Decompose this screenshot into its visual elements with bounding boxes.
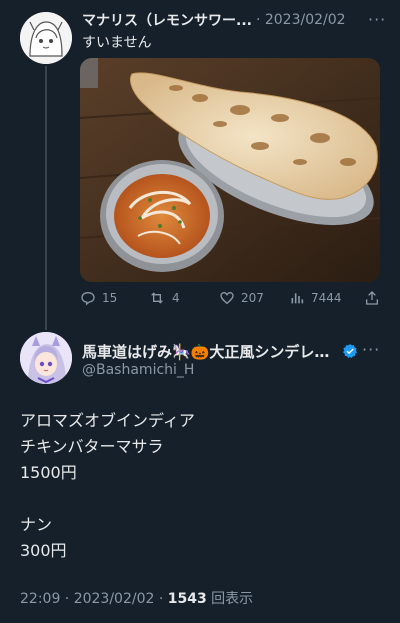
thread-line	[45, 66, 47, 330]
tweet-body: アロマズオブインディア チキンバターマサラ 1500円 ナン 300円	[20, 408, 380, 564]
tweet-line: チキンバターマサラ	[20, 437, 164, 456]
tweet-line: アロマズオブインディア	[20, 411, 195, 430]
like-button[interactable]: 207	[219, 290, 264, 306]
views-button[interactable]: 7444	[289, 290, 342, 306]
reply-display-name[interactable]: マナリス（レモンサワー...	[82, 10, 252, 30]
like-icon	[220, 291, 234, 305]
tweet-photo[interactable]	[80, 58, 380, 282]
author-header: 馬車道はげみ🎠🎃大正風シンデレラ...	[82, 340, 372, 362]
reply-icon	[81, 291, 95, 306]
views-icon	[291, 293, 304, 304]
author-avatar[interactable]	[20, 332, 72, 384]
share-button[interactable]	[364, 290, 386, 306]
share-icon	[366, 291, 378, 305]
reply-count: 15	[102, 291, 118, 305]
author-handle[interactable]: @Bashamichi_H	[82, 362, 194, 378]
retweet-icon	[151, 292, 163, 304]
tweet-line: ナン	[20, 515, 53, 534]
reply-button[interactable]: 15	[80, 290, 117, 306]
tweet-line: 300円	[20, 541, 67, 560]
more-icon[interactable]: ···	[362, 340, 380, 359]
reply-avatar[interactable]	[20, 12, 72, 64]
retweet-button[interactable]: 4	[148, 290, 180, 306]
more-icon[interactable]: ···	[368, 10, 386, 29]
reply-action-bar: 15 4 207 7444	[80, 290, 380, 310]
like-count: 207	[241, 291, 264, 305]
view-count: 7444	[311, 291, 342, 305]
tweet-footer: 22:09 · 2023/02/02 · 1543 回表示	[20, 588, 253, 608]
author-display-name[interactable]: 馬車道はげみ🎠🎃大正風シンデレラ...	[82, 341, 338, 362]
reply-text: すいません	[82, 35, 152, 51]
tweet-view-label: 回表示	[206, 591, 254, 607]
reply-date[interactable]: · 2023/02/02	[256, 12, 346, 28]
tweet-line: 1500円	[20, 463, 77, 482]
tweet-timestamp[interactable]: 22:09 · 2023/02/02 ·	[20, 591, 168, 607]
tweet-view-count[interactable]: 1543	[168, 591, 207, 607]
reply-header: マナリス（レモンサワー... · 2023/02/02	[82, 10, 382, 30]
verified-badge-icon	[343, 344, 357, 359]
tweet-line	[20, 486, 380, 512]
retweet-count: 4	[172, 291, 180, 305]
